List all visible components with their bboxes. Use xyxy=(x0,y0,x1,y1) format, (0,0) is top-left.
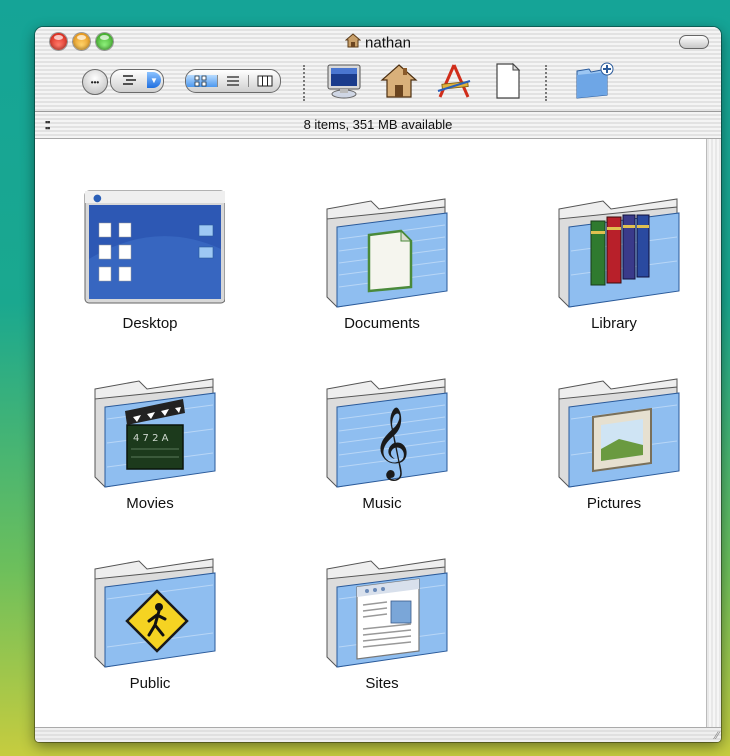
computer-button[interactable] xyxy=(324,61,364,101)
file-item-label: Sites xyxy=(365,675,399,692)
status-bar: ▪▪ ▪▪ 8 items, 351 MB available xyxy=(35,112,721,139)
library-folder-icon xyxy=(558,198,680,308)
desktop-folder-icon: ● xyxy=(84,190,225,304)
icon-view-area[interactable]: ● Desktop Documents Library 4 7 2 A Movi… xyxy=(35,139,706,727)
file-item-label: Library xyxy=(591,315,637,332)
file-item-desktop[interactable]: ● Desktop xyxy=(65,179,235,332)
music-folder-icon: 𝄞 xyxy=(326,378,448,488)
file-item-library[interactable]: Library xyxy=(529,179,699,332)
public-folder-icon xyxy=(94,558,216,668)
file-item-movies[interactable]: 4 7 2 A Movies xyxy=(65,359,235,512)
file-item-label: Pictures xyxy=(586,495,642,512)
title-bar[interactable]: nathan ••• ▼ xyxy=(35,27,721,112)
column-view-button[interactable] xyxy=(249,75,280,87)
file-item-pictures[interactable]: Pictures xyxy=(529,359,699,512)
file-item-documents[interactable]: Documents xyxy=(297,179,467,332)
file-item-label: Movies xyxy=(126,495,174,512)
window-title-text: nathan xyxy=(365,34,411,52)
column-view-icon xyxy=(257,75,273,87)
list-view-icon xyxy=(227,76,239,86)
chevron-down-icon: ▼ xyxy=(147,72,161,88)
file-item-label: Documents xyxy=(344,315,420,332)
window-bottom-bar: ⁄⁄ xyxy=(35,727,721,742)
applications-button[interactable] xyxy=(434,61,474,101)
toolbar-separator xyxy=(303,65,305,101)
toolbar: ••• ▼ xyxy=(35,59,721,109)
computer-icon xyxy=(327,64,361,99)
resize-grip-icon[interactable]: ⁄⁄ xyxy=(715,730,719,742)
back-button[interactable]: ••• xyxy=(82,69,108,95)
list-view-button[interactable] xyxy=(218,75,250,87)
applications-icon xyxy=(437,64,471,98)
finder-window: nathan ••• ▼ ▪▪ ▪▪ 8 items, 351 MB avail… xyxy=(35,27,721,742)
documents-folder-icon xyxy=(326,198,448,308)
grid-icon: ▪▪ ▪▪ xyxy=(45,117,50,133)
documents-button[interactable] xyxy=(487,61,527,101)
home-icon xyxy=(380,64,418,98)
sites-folder-icon xyxy=(326,558,448,668)
file-item-sites[interactable]: Sites xyxy=(297,539,467,692)
new-folder-button[interactable] xyxy=(573,61,617,101)
toolbar-separator xyxy=(545,65,547,101)
back-icon: ••• xyxy=(90,77,100,87)
svg-text:𝄞: 𝄞 xyxy=(373,405,410,481)
file-item-public[interactable]: Public xyxy=(65,539,235,692)
toolbar-toggle-button[interactable] xyxy=(679,35,709,49)
file-item-label: Music xyxy=(362,495,402,512)
file-item-label: Public xyxy=(129,675,171,692)
svg-text:4 7 2 A: 4 7 2 A xyxy=(133,433,169,444)
movies-folder-icon: 4 7 2 A xyxy=(94,378,216,488)
file-item-music[interactable]: 𝄞 Music xyxy=(297,359,467,512)
icon-view-button[interactable] xyxy=(186,75,218,87)
svg-text:●: ● xyxy=(93,193,102,204)
status-text: 8 items, 351 MB available xyxy=(303,117,453,132)
pictures-folder-icon xyxy=(558,378,680,488)
view-mode-control xyxy=(185,69,281,93)
action-menu-button[interactable]: ▼ xyxy=(110,69,164,93)
home-icon xyxy=(344,33,362,54)
file-item-label: Desktop xyxy=(122,315,178,332)
action-menu-icon xyxy=(121,72,141,93)
documents-icon xyxy=(496,62,521,99)
new-folder-icon xyxy=(576,62,614,99)
window-title: nathan xyxy=(35,33,721,53)
icon-view-icon xyxy=(194,75,207,87)
home-button[interactable] xyxy=(379,61,419,101)
vertical-scrollbar[interactable] xyxy=(706,139,721,727)
